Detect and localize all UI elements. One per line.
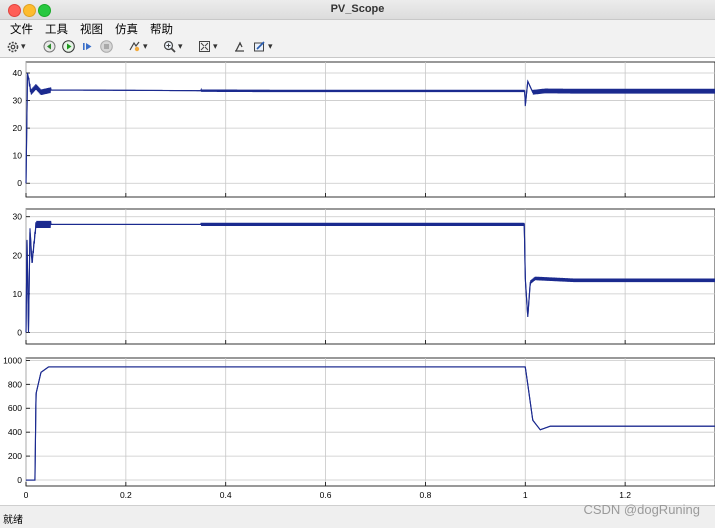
menu-help[interactable]: 帮助 (150, 21, 173, 37)
x-tick-label: 0 (24, 490, 29, 500)
stop-icon (100, 40, 113, 53)
chevron-down-icon: ▾ (213, 41, 218, 51)
style-button[interactable]: ▾ (253, 39, 273, 54)
plot-frame (25, 208, 715, 345)
toolbar: ▾ ▾ ▾ ▾ ▾ (0, 37, 715, 58)
style-icon (254, 41, 265, 52)
y-tick-label: 800 (8, 379, 22, 389)
run-icon (62, 40, 75, 53)
y-tick-label: 40 (13, 68, 23, 78)
autoscale-icon (199, 41, 210, 52)
x-tick-label: 1.2 (619, 490, 631, 500)
y-tick-label: 600 (8, 403, 22, 413)
x-tick-label: 0.6 (320, 490, 332, 500)
cursor-measure-button[interactable] (233, 39, 246, 54)
y-tick-label: 10 (13, 289, 23, 299)
y-tick-label: 400 (8, 427, 22, 437)
step-back-icon (43, 40, 56, 53)
y-tick-label: 30 (13, 212, 23, 222)
y-tick-label: 200 (8, 451, 22, 461)
y-tick-label: 20 (13, 123, 23, 133)
menu-bar: 文件 工具 视图 仿真 帮助 (0, 20, 715, 37)
plot-frame (25, 61, 715, 198)
scope-plots[interactable]: 4030201003020100100080060040020000 0.2 0.4… (0, 58, 715, 505)
y-tick-label: 20 (13, 250, 23, 260)
y-tick-label: 0 (17, 327, 22, 337)
x-tick-label: 1 (523, 490, 528, 500)
y-tick-label: 0 (17, 475, 22, 485)
x-tick-label: 0.8 (420, 490, 432, 500)
step-forward-icon (83, 43, 92, 50)
chevron-down-icon: ▾ (268, 41, 273, 51)
y-tick-label: 30 (13, 96, 23, 106)
y-tick-label: 0 (17, 178, 22, 188)
status-text: 就绪 (3, 515, 23, 526)
scope-display[interactable]: 40 30 20 10 0 30 20 10 0 1000 800 600 400 200 0 0 0.2 0.4… (0, 58, 715, 505)
y-tick-label: 1000 (3, 355, 22, 365)
window-title: PV_Scope (330, 3, 385, 15)
highlight-icon (129, 41, 140, 52)
zoom-button[interactable]: ▾ (163, 39, 183, 54)
gear-icon (7, 41, 19, 52)
chevron-down-icon: ▾ (143, 41, 148, 51)
step-forward-button[interactable] (81, 39, 94, 54)
cursor-measure-icon (235, 41, 244, 52)
menu-file[interactable]: 文件 (10, 21, 33, 37)
y-tick-label: 10 (13, 151, 23, 161)
chevron-down-icon: ▾ (21, 41, 26, 51)
menu-simulation[interactable]: 仿真 (115, 21, 138, 37)
watermark: CSDN @dogRuning (583, 502, 700, 517)
settings-button[interactable]: ▾ (7, 39, 26, 54)
run-button[interactable] (62, 39, 75, 54)
menu-view[interactable]: 视图 (80, 21, 103, 37)
status-bar: 就绪 CSDN @dogRuning (0, 502, 715, 528)
x-tick-label: 0.4 (220, 490, 232, 500)
step-back-button[interactable] (43, 39, 56, 54)
zoom-icon (163, 40, 176, 53)
autoscale-button[interactable]: ▾ (198, 39, 218, 54)
stop-button[interactable] (100, 39, 113, 54)
title-bar: PV_Scope (0, 0, 715, 20)
highlight-button[interactable]: ▾ (128, 39, 148, 54)
menu-tools[interactable]: 工具 (45, 21, 68, 37)
x-tick-label: 0.2 (120, 490, 132, 500)
plot-frame (25, 357, 715, 487)
chevron-down-icon: ▾ (178, 41, 183, 51)
